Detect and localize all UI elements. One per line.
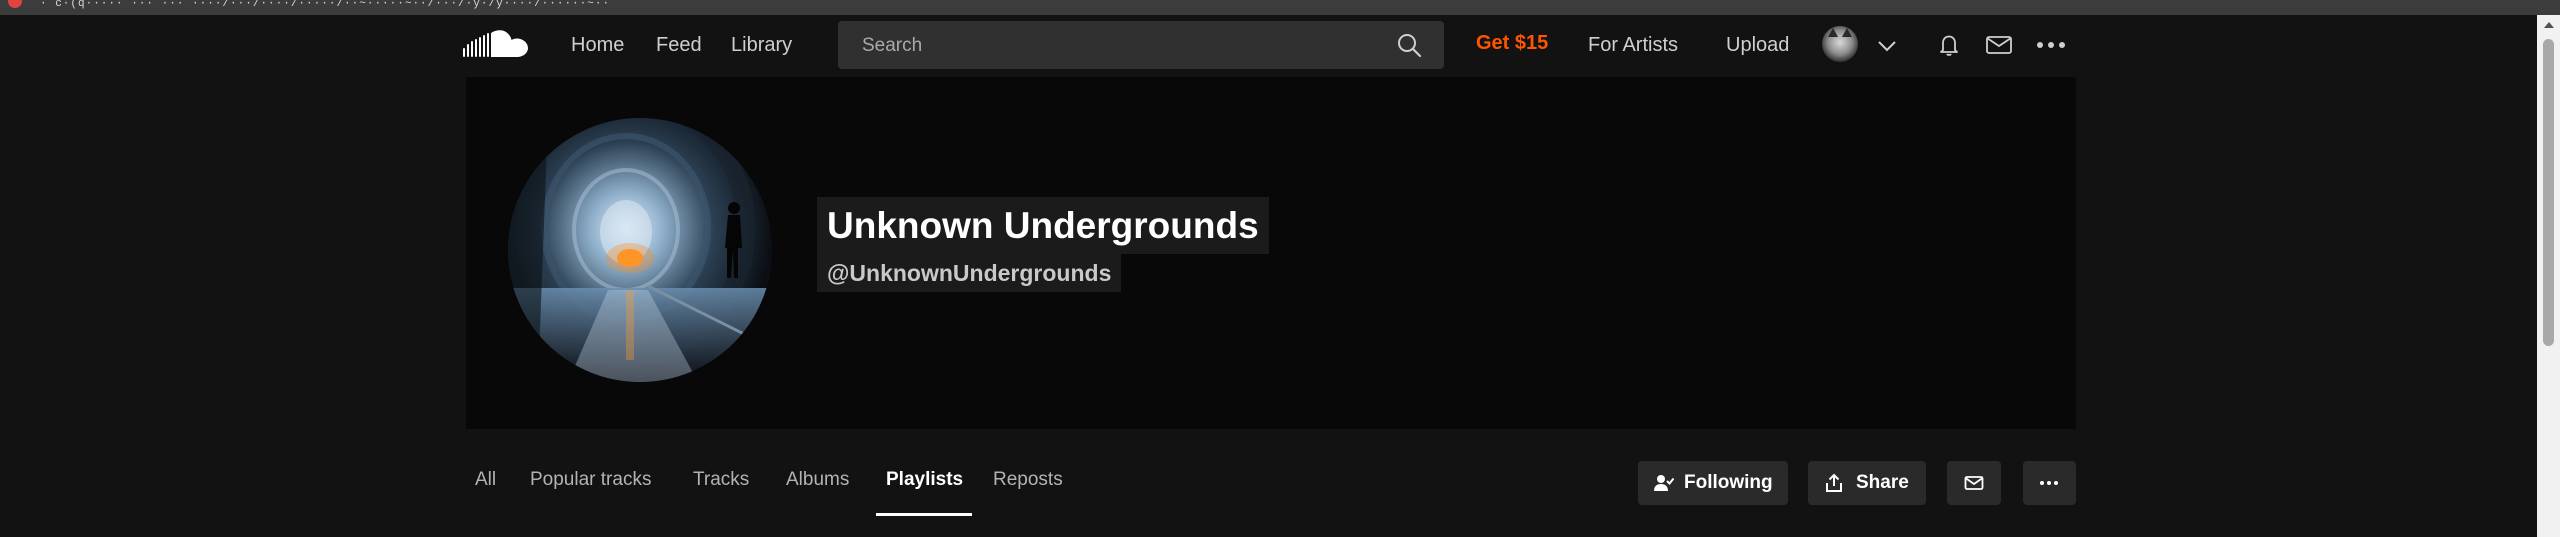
message-button[interactable] [1947,461,2001,505]
more-options-icon[interactable] [2036,39,2066,51]
profile-handle: @UnknownUndergrounds [827,260,1112,286]
page-scrollbar[interactable] [2537,15,2560,537]
more-actions-button[interactable] [2023,461,2076,505]
get-credit-link[interactable]: Get $15 [1476,32,1548,55]
profile-name-container: Unknown Undergrounds [817,197,1269,254]
tab-popular-tracks[interactable]: Popular tracks [530,469,651,491]
search-input[interactable] [860,31,1384,61]
scroll-up-arrow-icon[interactable] [2544,22,2554,28]
soundcloud-logo[interactable] [462,28,530,62]
mail-icon [1964,476,1984,490]
nav-feed[interactable]: Feed [656,32,702,58]
following-label: Following [1684,472,1773,493]
upload-link[interactable]: Upload [1726,32,1789,58]
notifications-bell-icon[interactable] [1937,32,1961,58]
tunnel-photo [508,118,772,382]
tab-reposts[interactable]: Reposts [993,469,1063,491]
messages-mail-icon[interactable] [1985,34,2013,56]
search-icon[interactable] [1396,32,1422,58]
chevron-down-icon[interactable] [1876,35,1898,57]
tab-playlists[interactable]: Playlists [886,469,963,491]
tab-tracks[interactable]: Tracks [693,469,749,491]
browser-toolbar: · c·(q····· ··· ··· ····/···/····/·····/… [0,0,2560,15]
user-avatar[interactable] [1822,26,1858,62]
browser-url-fragment: · c·(q····· ··· ··· ····/···/····/·····/… [40,0,611,10]
share-label: Share [1856,472,1909,493]
browser-record-icon [8,0,22,8]
profile-name: Unknown Undergrounds [827,205,1259,246]
profile-banner: Unknown Undergrounds @UnknownUnderground… [466,77,2076,429]
tab-all[interactable]: All [475,469,496,491]
user-check-icon [1654,475,1674,491]
more-options-icon [2040,481,2058,485]
profile-avatar[interactable] [508,118,772,382]
top-navigation: Home Feed Library Get $15 For Artists Up… [0,15,2537,77]
active-tab-indicator [876,513,972,516]
following-button[interactable]: Following [1638,461,1788,505]
share-button[interactable]: Share [1808,461,1926,505]
search-bar [838,21,1444,69]
profile-handle-container: @UnknownUndergrounds [817,254,1122,292]
for-artists-link[interactable]: For Artists [1588,32,1678,58]
nav-library[interactable]: Library [731,32,792,58]
scrollbar-thumb[interactable] [2543,39,2554,346]
nav-home[interactable]: Home [571,32,624,58]
tab-albums[interactable]: Albums [786,469,849,491]
share-icon [1826,473,1842,492]
